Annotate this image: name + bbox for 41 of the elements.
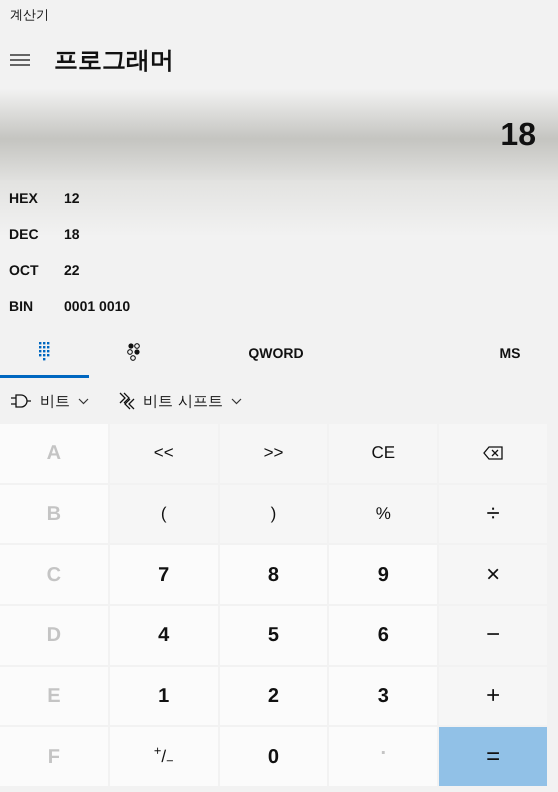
window-title: 계산기 xyxy=(10,7,49,26)
calculator-key[interactable]: $^{+}$/$_{−}$ xyxy=(110,727,218,786)
calculator-key[interactable]: 2 xyxy=(220,666,328,726)
calculator-key[interactable]: × xyxy=(439,545,547,604)
word-size-button[interactable]: QWORD xyxy=(178,328,374,378)
calculator-key[interactable]: % xyxy=(329,484,438,544)
calculator-key[interactable]: 3 xyxy=(329,666,438,726)
backspace-icon xyxy=(483,446,504,460)
calculator-key[interactable]: 0 xyxy=(220,727,328,786)
mode-title: 프로그래머 xyxy=(54,45,174,76)
chevron-down-icon xyxy=(78,398,89,404)
keypad-icon xyxy=(39,342,50,361)
memory-store-button[interactable]: MS xyxy=(462,328,558,378)
calculator-key[interactable]: ( xyxy=(110,484,218,544)
toolbar-dropdown[interactable]: 비트 xyxy=(10,390,89,412)
calculator-key[interactable]: ÷ xyxy=(439,484,547,544)
logic-gate-icon xyxy=(10,394,32,408)
toolbar-dropdown[interactable]: 비트 시프트 xyxy=(119,390,242,412)
calculator-key[interactable]: 9 xyxy=(329,545,438,604)
calculator-key[interactable]: + xyxy=(439,666,547,726)
calculator-key[interactable]: CE xyxy=(329,424,438,483)
calculator-key[interactable]: >> xyxy=(220,424,328,483)
calculator-key[interactable]: 7 xyxy=(110,545,218,604)
radix-row[interactable]: HEX 12 xyxy=(0,180,558,216)
radix-row[interactable]: OCT 22 xyxy=(0,252,558,288)
calculator-key[interactable]: 4 xyxy=(110,606,218,665)
menu-icon[interactable] xyxy=(10,54,30,66)
calculator-key[interactable]: 5 xyxy=(220,606,328,665)
display-value: 18 xyxy=(500,115,536,154)
calculator-key[interactable]: 8 xyxy=(220,545,328,604)
radix-row[interactable]: DEC 18 xyxy=(0,216,558,252)
shift-arrows-icon xyxy=(119,392,135,410)
dots-icon xyxy=(126,342,140,360)
calculator-key[interactable]: 6 xyxy=(329,606,438,665)
calculator-key[interactable]: 1 xyxy=(110,666,218,726)
calculator-key[interactable]: − xyxy=(439,606,547,665)
calculator-key[interactable]: ) xyxy=(220,484,328,544)
chevron-down-icon xyxy=(230,398,242,404)
calculator-key[interactable]: << xyxy=(110,424,218,483)
radix-row[interactable]: BIN 0001 0010 xyxy=(0,288,558,324)
calculator-key[interactable]: = xyxy=(439,727,547,786)
